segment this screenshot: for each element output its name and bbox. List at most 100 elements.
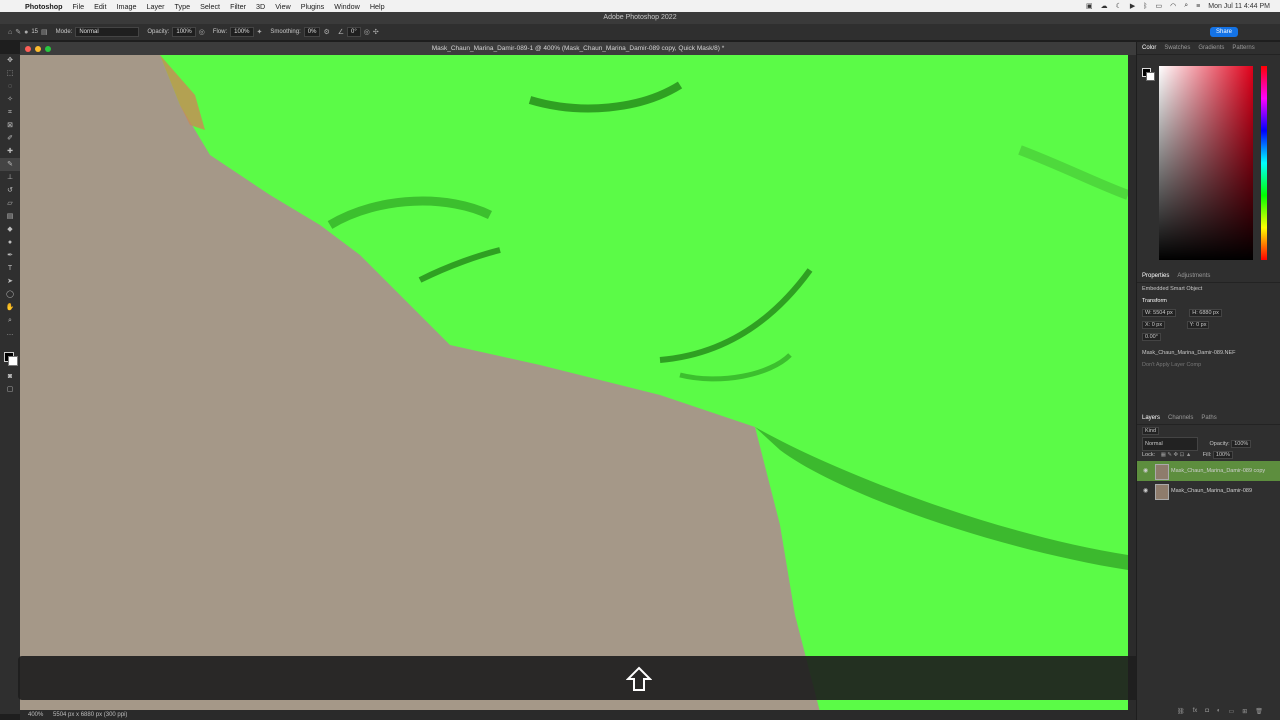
gradient-tool-icon[interactable]: ▤: [0, 210, 20, 223]
menu-window[interactable]: Window: [334, 2, 360, 11]
new-layer-icon[interactable]: ⊞: [1242, 708, 1247, 715]
hand-tool-icon[interactable]: ✋: [0, 301, 20, 314]
tab-patterns[interactable]: Patterns: [1232, 42, 1254, 54]
x-field[interactable]: X: 0 px: [1142, 321, 1166, 329]
history-brush-icon[interactable]: ↺: [0, 184, 20, 197]
path-select-tool-icon[interactable]: ➤: [0, 275, 20, 288]
brush-tool-icon[interactable]: ✎: [15, 28, 21, 36]
frame-tool-icon[interactable]: ⊠: [0, 119, 20, 132]
brush-preset-picker[interactable]: ●: [24, 29, 28, 36]
dodge-tool-icon[interactable]: ●: [0, 236, 20, 249]
menu-view[interactable]: View: [275, 2, 290, 11]
hue-slider[interactable]: [1261, 66, 1267, 260]
width-field[interactable]: W: 5504 px: [1142, 309, 1176, 317]
home-icon[interactable]: ⌂: [8, 29, 12, 36]
search-icon[interactable]: ⌕: [1184, 2, 1188, 10]
minimize-window-icon[interactable]: [35, 46, 41, 52]
tab-channels[interactable]: Channels: [1168, 412, 1193, 424]
fx-icon[interactable]: fx: [1193, 708, 1198, 715]
lasso-tool-icon[interactable]: ◌: [0, 80, 20, 93]
layer-opacity-field[interactable]: 100%: [1231, 440, 1252, 448]
pressure-size-icon[interactable]: ◎: [364, 28, 370, 36]
shape-tool-icon[interactable]: ◯: [0, 288, 20, 301]
angle-field[interactable]: 0°: [347, 27, 361, 37]
background-color-swatch[interactable]: [8, 356, 18, 366]
y-field[interactable]: Y: 0 px: [1186, 321, 1210, 329]
menu-edit[interactable]: Edit: [94, 2, 106, 11]
eraser-tool-icon[interactable]: ▱: [0, 197, 20, 210]
adjustment-layer-icon[interactable]: ◐: [1217, 708, 1221, 715]
menu-type[interactable]: Type: [174, 2, 190, 11]
brush-tool-icon[interactable]: ✎: [0, 158, 20, 171]
marquee-tool-icon[interactable]: ⬚: [0, 67, 20, 80]
screen-mode-icon[interactable]: ▢: [0, 383, 20, 396]
airbrush-icon[interactable]: ✦: [257, 28, 263, 36]
fill-field[interactable]: 100%: [1212, 451, 1233, 459]
color-picker-field[interactable]: [1159, 66, 1253, 260]
tab-color[interactable]: Color: [1142, 42, 1156, 54]
filter-kind-select[interactable]: Kind: [1142, 427, 1160, 435]
menu-help[interactable]: Help: [370, 2, 385, 11]
opacity-field[interactable]: 100%: [172, 27, 196, 37]
control-center-icon[interactable]: ≡: [1196, 3, 1200, 10]
eye-icon[interactable]: ◉: [1143, 461, 1148, 481]
tab-gradients[interactable]: Gradients: [1198, 42, 1224, 54]
color-background-swatch[interactable]: [1146, 72, 1155, 81]
brush-settings-icon[interactable]: ▤: [41, 28, 48, 36]
move-tool-icon[interactable]: ✥: [0, 54, 20, 67]
layer-row[interactable]: ◉ Mask_Chaun_Marina_Damir-089 copy: [1137, 461, 1280, 481]
link-layers-icon[interactable]: ⛓: [1177, 708, 1185, 715]
menu-layer[interactable]: Layer: [147, 2, 165, 11]
healing-tool-icon[interactable]: ✚: [0, 145, 20, 158]
menu-3d[interactable]: 3D: [256, 2, 265, 11]
zoom-tool-icon[interactable]: ⌕: [0, 314, 20, 327]
tab-layers[interactable]: Layers: [1142, 412, 1160, 424]
angle-field[interactable]: 0.00°: [1142, 333, 1161, 341]
tab-properties[interactable]: Properties: [1142, 270, 1169, 282]
type-tool-icon[interactable]: T: [0, 262, 20, 275]
blur-tool-icon[interactable]: ◆: [0, 223, 20, 236]
bluetooth-icon[interactable]: ᛒ: [1143, 3, 1147, 10]
menu-image[interactable]: Image: [117, 2, 137, 11]
clock-text[interactable]: Mon Jul 11 4:44 PM: [1208, 3, 1270, 10]
creative-cloud-icon[interactable]: ☁: [1101, 2, 1108, 10]
smoothing-field[interactable]: 0%: [303, 27, 321, 37]
height-field[interactable]: H: 6880 px: [1189, 309, 1222, 317]
lock-icons[interactable]: ▦ ✎ ✥ ⊡ ▲: [1161, 452, 1192, 458]
screen-record-icon[interactable]: ▣: [1086, 2, 1093, 10]
pen-tool-icon[interactable]: ✒: [0, 249, 20, 262]
wifi-icon[interactable]: ◠: [1170, 2, 1176, 10]
menu-plugins[interactable]: Plugins: [301, 2, 325, 11]
quick-mask-icon[interactable]: ◙: [0, 370, 20, 383]
tab-paths[interactable]: Paths: [1201, 412, 1216, 424]
share-button[interactable]: Share: [1209, 27, 1238, 37]
gear-icon[interactable]: ⚙: [323, 28, 329, 36]
document-info[interactable]: 5504 px x 6880 px (300 ppi): [53, 712, 127, 718]
eye-icon[interactable]: ◉: [1143, 481, 1148, 501]
vertical-scrollbar[interactable]: [1128, 55, 1136, 712]
quick-select-tool-icon[interactable]: ✧: [0, 93, 20, 106]
layer-row[interactable]: ◉ Mask_Chaun_Marina_Damir-089: [1137, 481, 1280, 501]
pressure-opacity-icon[interactable]: ◎: [199, 28, 205, 36]
tab-adjustments[interactable]: Adjustments: [1177, 270, 1210, 282]
menu-file[interactable]: File: [73, 2, 85, 11]
symmetry-icon[interactable]: ✣: [373, 28, 379, 36]
menu-app-name[interactable]: Photoshop: [25, 2, 63, 11]
layer-comp-select[interactable]: Don't Apply Layer Comp: [1137, 359, 1280, 371]
zoom-level[interactable]: 400%: [28, 712, 43, 718]
crop-tool-icon[interactable]: ⌗: [0, 106, 20, 119]
tab-swatches[interactable]: Swatches: [1164, 42, 1190, 54]
flow-field[interactable]: 100%: [230, 27, 254, 37]
document-canvas[interactable]: [20, 55, 1128, 712]
moon-icon[interactable]: ☾: [1116, 2, 1122, 10]
battery-icon[interactable]: ▭: [1156, 2, 1163, 10]
eyedropper-tool-icon[interactable]: ✐: [0, 132, 20, 145]
close-window-icon[interactable]: [25, 46, 31, 52]
zoom-window-icon[interactable]: [45, 46, 51, 52]
more-tools-icon[interactable]: …: [0, 327, 20, 340]
up-arrow-icon[interactable]: [626, 666, 652, 692]
document-tab-title[interactable]: Mask_Chaun_Marina_Damir-089-1 @ 400% (Ma…: [20, 42, 1136, 55]
play-icon[interactable]: ▶: [1130, 2, 1135, 10]
mode-select[interactable]: Normal: [75, 27, 140, 37]
menu-filter[interactable]: Filter: [230, 2, 246, 11]
